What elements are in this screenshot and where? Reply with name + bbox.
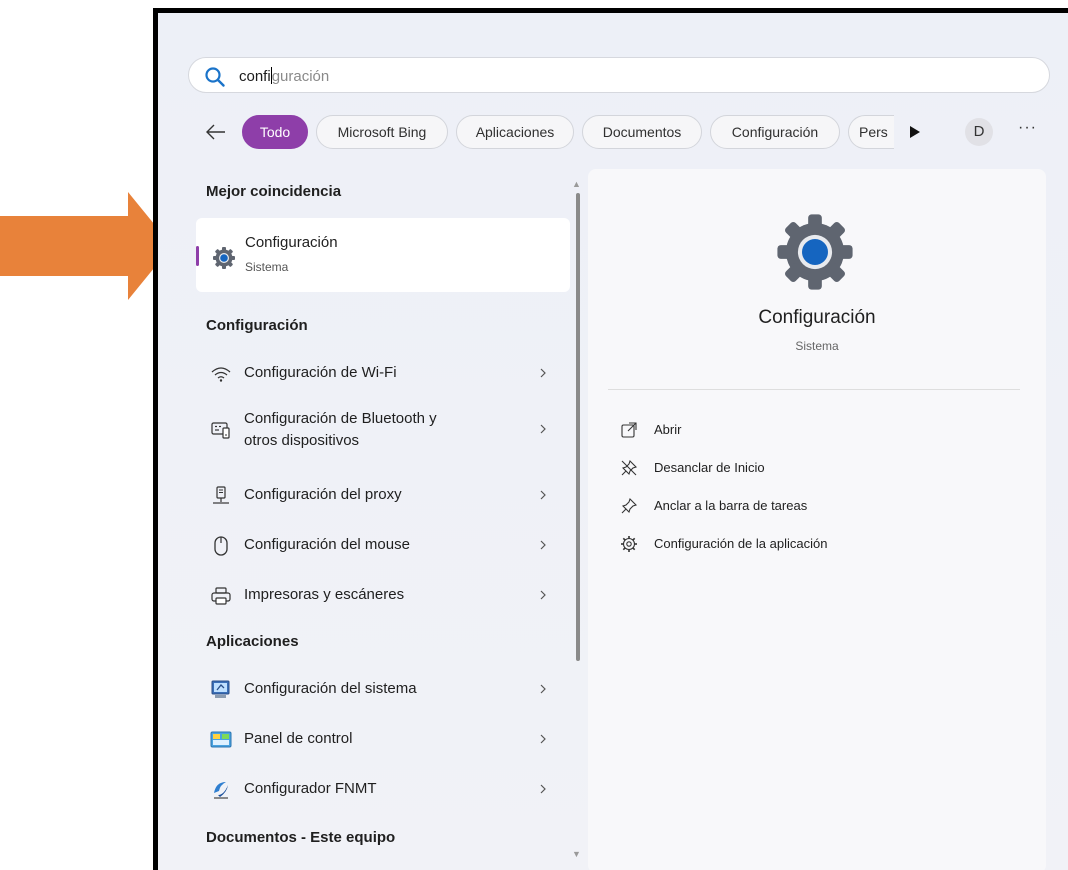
system-config-icon — [211, 680, 230, 698]
result-item-bluetooth[interactable]: Configuración de Bluetooth y otros dispo… — [196, 407, 570, 453]
section-documents: Documentos - Este equipo — [206, 829, 396, 846]
proxy-icon — [213, 486, 229, 504]
action-label: Abrir — [654, 422, 682, 437]
chevron-right-icon — [540, 490, 546, 500]
result-label: Configurador FNMT — [244, 780, 377, 797]
best-match-subtitle: Sistema — [245, 260, 289, 274]
result-label: Configuración de Bluetooth y otros dispo… — [244, 408, 437, 452]
filter-chip-personas-partial[interactable]: Pers — [848, 115, 894, 149]
detail-subtitle: Sistema — [795, 339, 839, 353]
chevron-right-icon — [540, 784, 546, 794]
action-pin-taskbar[interactable]: Anclar a la barra de tareas — [620, 495, 1020, 519]
search-input[interactable]: configuración — [239, 67, 329, 85]
section-apps: Aplicaciones — [206, 633, 299, 650]
action-app-settings[interactable]: Configuración de la aplicación — [620, 533, 1020, 557]
more-options-button[interactable]: ··· — [1018, 119, 1037, 137]
chevron-right-icon — [540, 734, 546, 744]
result-label: Configuración del sistema — [244, 680, 417, 697]
annotation-arrow — [0, 192, 172, 300]
scrollbar-thumb[interactable] — [576, 193, 580, 661]
search-box[interactable]: configuración — [188, 57, 1050, 93]
chevron-right-icon — [540, 368, 546, 378]
result-label: Configuración del mouse — [244, 536, 410, 553]
search-autocomplete-hint: guración — [271, 68, 330, 85]
filter-chip-configuracion[interactable]: Configuración — [710, 115, 840, 149]
unpin-icon — [621, 459, 638, 476]
more-filters-arrow-icon[interactable] — [909, 125, 921, 139]
detail-title: Configuración — [758, 307, 876, 328]
user-avatar[interactable]: D — [965, 118, 993, 146]
search-window: configuración Todo Microsoft Bing Aplica… — [153, 8, 1068, 870]
action-label: Configuración de la aplicación — [654, 536, 828, 551]
filter-chip-todo[interactable]: Todo — [242, 115, 308, 149]
best-match-title: Configuración — [245, 234, 338, 251]
filter-chip-documentos[interactable]: Documentos — [582, 115, 702, 149]
result-label: Impresoras y escáneres — [244, 586, 405, 603]
section-settings: Configuración — [206, 317, 308, 334]
printer-icon — [211, 587, 231, 605]
section-best-match: Mejor coincidencia — [206, 183, 342, 200]
result-label-line1: Configuración de Bluetooth y — [244, 410, 437, 427]
action-label: Anclar a la barra de tareas — [654, 498, 808, 513]
chevron-right-icon — [540, 424, 546, 434]
scroll-down-arrow-icon[interactable]: ▼ — [572, 849, 581, 859]
result-item-control-panel[interactable]: Panel de control — [196, 717, 570, 763]
filter-chip-aplicaciones[interactable]: Aplicaciones — [456, 115, 574, 149]
action-unpin-start[interactable]: Desanclar de Inicio — [620, 457, 1020, 481]
search-typed-text: confi — [239, 68, 271, 85]
result-item-printers[interactable]: Impresoras y escáneres — [196, 573, 570, 619]
scroll-up-arrow-icon[interactable]: ▲ — [572, 179, 581, 189]
result-item-system-config[interactable]: Configuración del sistema — [196, 667, 570, 713]
filter-bar: Todo Microsoft Bing Aplicaciones Documen… — [188, 115, 1050, 149]
settings-gear-icon — [213, 247, 235, 269]
detail-pane: Configuración Sistema Abrir Desanclar de… — [588, 169, 1046, 870]
chevron-right-icon — [540, 684, 546, 694]
chevron-right-icon — [540, 540, 546, 550]
settings-gear-icon — [777, 214, 853, 290]
bluetooth-devices-icon — [211, 422, 230, 439]
result-item-fnmt[interactable]: Configurador FNMT — [196, 767, 570, 813]
divider — [608, 389, 1020, 390]
control-panel-icon — [210, 731, 232, 748]
result-label: Configuración de Wi-Fi — [244, 364, 397, 381]
result-item-mouse[interactable]: Configuración del mouse — [196, 523, 570, 569]
result-item-wifi[interactable]: Configuración de Wi-Fi — [196, 351, 570, 397]
filter-chip-microsoft-bing[interactable]: Microsoft Bing — [316, 115, 448, 149]
back-arrow-icon[interactable] — [204, 121, 228, 143]
open-icon — [621, 422, 637, 438]
result-label: Configuración del proxy — [244, 486, 402, 503]
result-label: Panel de control — [244, 730, 353, 747]
action-label: Desanclar de Inicio — [654, 460, 765, 475]
search-icon — [205, 67, 225, 87]
result-label-line2: otros dispositivos — [244, 432, 360, 449]
app-settings-icon — [621, 536, 637, 552]
selection-indicator — [196, 246, 199, 266]
result-item-proxy[interactable]: Configuración del proxy — [196, 473, 570, 519]
results-list: Mejor coincidencia Configuración Sistema… — [190, 173, 588, 870]
best-match-item[interactable]: Configuración Sistema — [196, 218, 570, 292]
mouse-icon — [214, 536, 228, 556]
pin-icon — [621, 497, 638, 514]
chevron-right-icon — [540, 590, 546, 600]
screenshot-root: configuración Todo Microsoft Bing Aplica… — [0, 0, 1068, 870]
wifi-icon — [211, 367, 231, 382]
action-open[interactable]: Abrir — [620, 419, 1020, 443]
fnmt-icon — [214, 782, 228, 799]
